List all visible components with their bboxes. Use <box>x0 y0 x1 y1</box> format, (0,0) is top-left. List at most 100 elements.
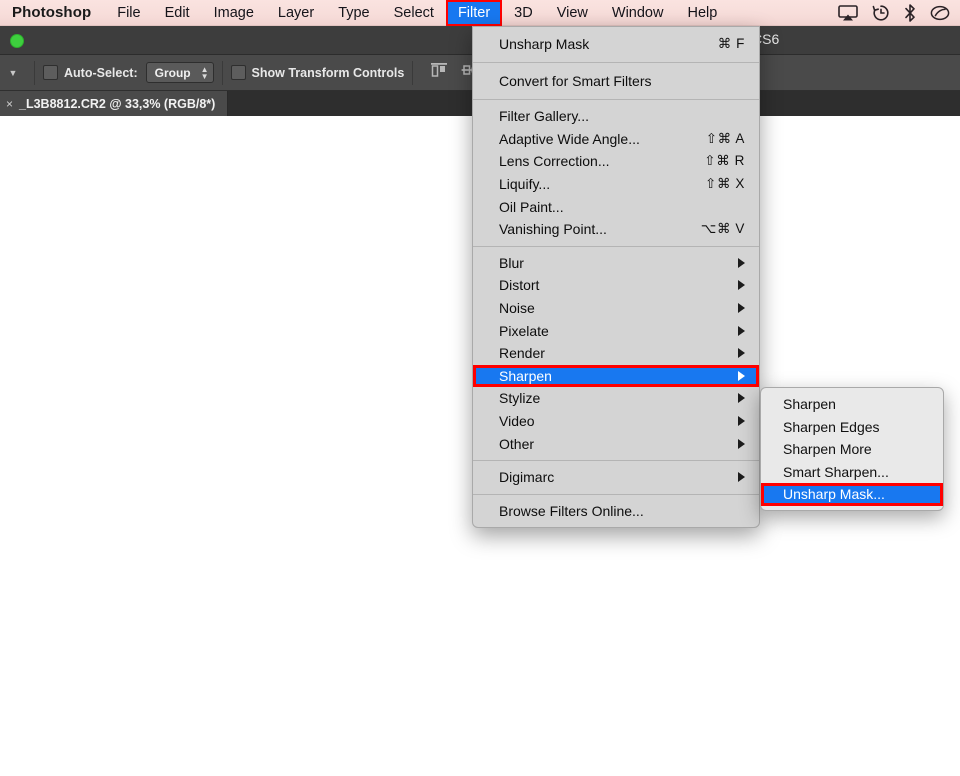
submenu-arrow-icon <box>738 438 745 449</box>
photoshop-screen: Photoshop File Edit Image Layer Type Select Fi… <box>0 0 960 776</box>
align-top-edges-icon[interactable] <box>429 61 449 84</box>
menu-item-sharpen[interactable]: Sharpen <box>473 364 759 388</box>
menu-item-stylize[interactable]: Stylize <box>473 387 759 410</box>
menu-item-label: Render <box>499 345 545 362</box>
macos-menubar: Photoshop File Edit Image Layer Type Select Fi… <box>0 0 960 26</box>
menu-item-filter-gallery[interactable]: Filter Gallery... <box>473 105 759 128</box>
submenu-arrow-icon <box>738 348 745 359</box>
airplay-icon[interactable] <box>838 4 858 21</box>
window-zoom-button[interactable] <box>10 34 24 48</box>
show-transform-controls-checkbox[interactable] <box>230 65 246 80</box>
menu-item-video[interactable]: Video <box>473 410 759 433</box>
submenu-item-sharpen-more[interactable]: Sharpen More <box>761 438 943 461</box>
tool-preset-caret-icon[interactable]: ▼ <box>0 68 26 78</box>
menu-separator <box>473 62 759 63</box>
menu-item-label: Noise <box>499 300 535 317</box>
sharpen-submenu[interactable]: Sharpen Sharpen Edges Sharpen More Smart Sh… <box>760 387 944 511</box>
submenu-arrow-icon <box>738 370 745 381</box>
menu-item-label: Distort <box>499 277 540 294</box>
menu-separator <box>473 459 759 461</box>
menu-item-label: Blur <box>499 254 524 271</box>
menu-item-pixelate[interactable]: Pixelate <box>473 319 759 342</box>
menubar-item-file[interactable]: File <box>105 0 152 26</box>
menu-item-shortcut: ⇧⌘ A <box>705 130 745 146</box>
menubar-item-type[interactable]: Type <box>326 0 381 26</box>
submenu-arrow-icon <box>738 257 745 268</box>
menu-item-noise[interactable]: Noise <box>473 297 759 320</box>
menubar-item-layer[interactable]: Layer <box>266 0 326 26</box>
time-machine-icon[interactable] <box>872 4 890 22</box>
menubar-item-help[interactable]: Help <box>675 0 729 26</box>
menubar-item-image[interactable]: Image <box>202 0 266 26</box>
menu-item-label: Stylize <box>499 390 541 407</box>
menu-item-label: Pixelate <box>499 322 549 339</box>
menu-item-shortcut: ⇧⌘ R <box>704 153 745 169</box>
menubar-item-select[interactable]: Select <box>382 0 446 26</box>
submenu-arrow-icon <box>738 280 745 291</box>
menu-separator <box>473 245 759 247</box>
menu-item-label: Oil Paint... <box>499 198 564 215</box>
submenu-item-sharpen-edges[interactable]: Sharpen Edges <box>761 416 943 439</box>
options-divider-2 <box>221 60 223 85</box>
menu-item-lens-correction[interactable]: Lens Correction... ⇧⌘ R <box>473 150 759 173</box>
menubar-item-3d[interactable]: 3D <box>502 0 545 26</box>
document-tab-label: _L3B8812.CR2 @ 33,3% (RGB/8*) <box>19 96 216 111</box>
menu-item-label: Digimarc <box>499 469 555 486</box>
menu-item-render[interactable]: Render <box>473 342 759 365</box>
menu-item-label: Other <box>499 435 535 452</box>
link-icon[interactable] <box>930 5 950 21</box>
document-tab[interactable]: × _L3B8812.CR2 @ 33,3% (RGB/8*) <box>0 91 229 116</box>
app-name-photoshop[interactable]: Photoshop <box>0 4 105 21</box>
auto-select-scope-dropdown[interactable]: Group ▲ ▼ <box>145 62 214 83</box>
menu-item-browse-filters-online[interactable]: Browse Filters Online... <box>473 500 759 523</box>
submenu-arrow-icon <box>738 325 745 336</box>
submenu-item-smart-sharpen[interactable]: Smart Sharpen... <box>761 461 943 484</box>
menu-item-adaptive-wide-angle[interactable]: Adaptive Wide Angle... ⇧⌘ A <box>473 128 759 151</box>
submenu-item-label: Sharpen <box>783 396 836 413</box>
menu-item-liquify[interactable]: Liquify... ⇧⌘ X <box>473 173 759 196</box>
submenu-item-sharpen[interactable]: Sharpen <box>761 393 943 416</box>
menubar-status-icons <box>838 3 960 22</box>
menu-item-blur[interactable]: Blur <box>473 252 759 275</box>
menu-item-digimarc[interactable]: Digimarc <box>473 466 759 489</box>
bluetooth-icon[interactable] <box>904 3 916 22</box>
submenu-arrow-icon <box>738 303 745 314</box>
menu-item-label: Filter Gallery... <box>499 108 589 125</box>
menu-item-label: Adaptive Wide Angle... <box>499 130 640 147</box>
menu-item-label: Unsharp Mask <box>499 36 590 52</box>
submenu-arrow-icon <box>738 416 745 427</box>
submenu-item-label: Sharpen More <box>783 441 872 458</box>
menu-item-shortcut: ⌘ F <box>717 36 745 51</box>
menubar-items: File Edit Image Layer Type Select Filter 3D View… <box>105 0 729 26</box>
menubar-item-filter[interactable]: Filter <box>445 0 503 26</box>
options-divider-3 <box>412 60 414 85</box>
close-icon[interactable]: × <box>6 97 13 111</box>
menubar-item-view[interactable]: View <box>545 0 600 26</box>
filter-dropdown-menu[interactable]: Unsharp Mask ⌘ F Convert for Smart Filters… <box>472 26 760 529</box>
show-transform-controls-label: Show Transform Controls <box>251 65 405 80</box>
menu-item-label: Convert for Smart Filters <box>499 73 652 89</box>
menubar-item-edit[interactable]: Edit <box>153 0 202 26</box>
menu-item-shortcut: ⇧⌘ X <box>705 176 745 192</box>
options-divider <box>34 60 35 85</box>
submenu-item-label: Unsharp Mask... <box>783 486 885 503</box>
menu-item-label: Sharpen <box>499 367 552 384</box>
auto-select-label: Auto-Select: <box>64 65 138 80</box>
menu-item-distort[interactable]: Distort <box>473 274 759 297</box>
menubar-item-window[interactable]: Window <box>600 0 676 26</box>
menu-item-label: Browse Filters Online... <box>499 502 644 519</box>
menu-item-oil-paint[interactable]: Oil Paint... <box>473 195 759 218</box>
menu-item-other[interactable]: Other <box>473 432 759 455</box>
submenu-item-label: Smart Sharpen... <box>783 463 889 480</box>
menu-item-convert-for-smart-filters[interactable]: Convert for Smart Filters <box>473 68 759 94</box>
menu-item-label: Video <box>499 413 535 430</box>
menu-item-shortcut: ⌥⌘ V <box>700 221 745 237</box>
auto-select-scope-value: Group <box>154 65 191 80</box>
stepper-arrows-icon: ▲ ▼ <box>200 64 209 81</box>
auto-select-checkbox[interactable] <box>43 65 58 80</box>
menu-item-unsharp-mask[interactable]: Unsharp Mask ⌘ F <box>473 31 759 57</box>
menu-separator <box>473 493 759 495</box>
menu-item-vanishing-point[interactable]: Vanishing Point... ⌥⌘ V <box>473 218 759 241</box>
submenu-item-unsharp-mask[interactable]: Unsharp Mask... <box>761 483 943 506</box>
menu-item-label: Liquify... <box>499 176 551 193</box>
